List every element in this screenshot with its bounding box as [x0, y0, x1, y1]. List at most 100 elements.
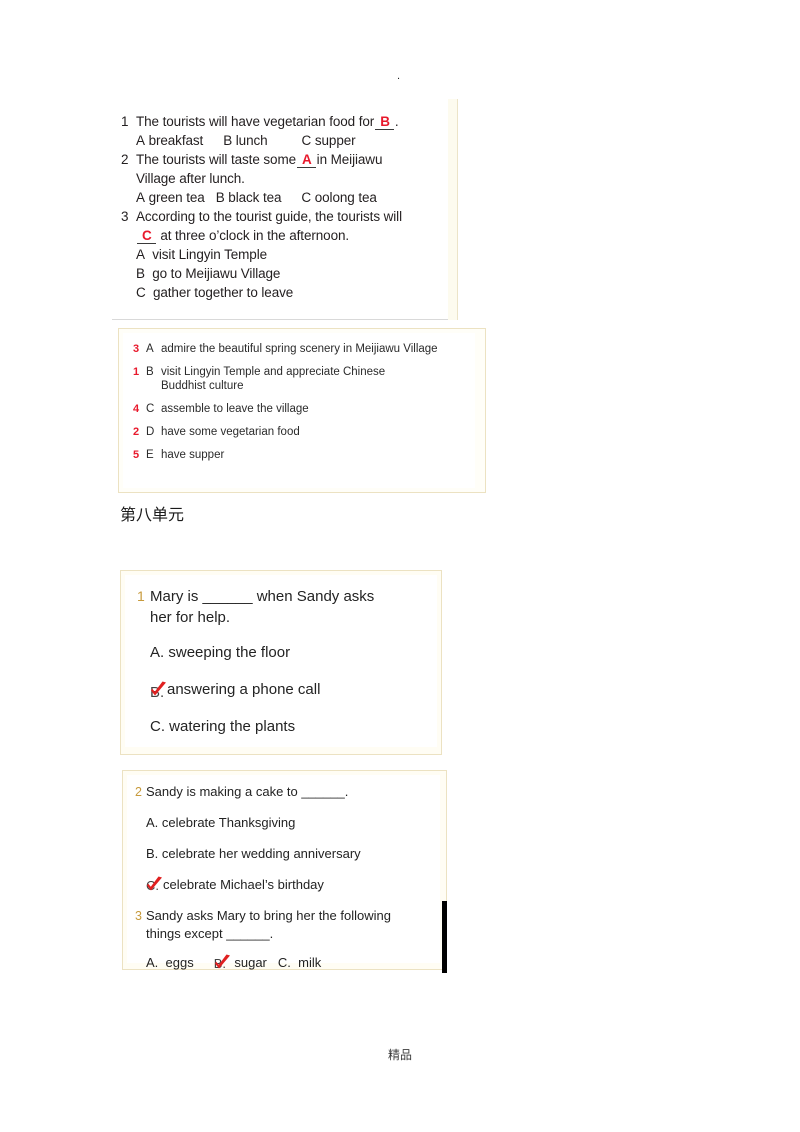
u8q1-choice-a: A. sweeping the floor: [137, 642, 433, 663]
u8q2-choice-c: C.celebrate Michael’s birthday: [135, 876, 436, 894]
question-2-options: A green tea B black tea C oolong tea: [121, 188, 445, 207]
question-3-answer: C: [137, 228, 156, 244]
question-3-stem-after: at three o’clock in the afternoon.: [160, 228, 350, 243]
u8q2-choice-c-text: celebrate Michael’s birthday: [163, 877, 324, 892]
match-order-b: 1: [133, 366, 140, 378]
u8q3-inline-choices: A. eggs B. sugar C. milk: [135, 954, 436, 972]
u8q2-choice-b-text: celebrate her wedding anniversary: [161, 846, 361, 861]
match-letter-b: B: [146, 366, 154, 378]
match-order-c: 4: [133, 403, 140, 415]
question-1-stem: The tourists will have vegetarian food f…: [136, 112, 445, 131]
q3-option-b: B go to Meijiawu Village: [121, 264, 445, 283]
u8q2-choice-b: B. celebrate her wedding anniversary: [135, 845, 436, 863]
u8q2-choice-a-text: celebrate Thanksgiving: [161, 815, 296, 830]
match-text-b-line1: visit Lingyin Temple and appreciate Chin…: [161, 366, 386, 378]
u8q1-choice-c-label: C.: [150, 718, 165, 735]
question-2-stem-before: The tourists will taste some: [136, 152, 297, 167]
q1-option-b-letter: B: [223, 133, 233, 148]
u8q1-stem-line2: her for help.: [150, 609, 231, 626]
matching-list-body: 3 A admire the beautiful spring scenery …: [133, 342, 477, 471]
q2-option-c-text: oolong tea: [314, 190, 377, 205]
u8q3-number: 3: [135, 909, 142, 923]
q3-option-c-letter: C: [136, 285, 146, 300]
red-check-icon: B.: [150, 681, 167, 701]
question-1-number: 1: [121, 114, 129, 129]
question-1-stem-before: The tourists will have vegetarian food f…: [136, 114, 375, 129]
u8q3-stem-line2: things except ______.: [146, 926, 274, 941]
q1-option-a-text: breakfast: [148, 133, 204, 148]
question-2-answer: A: [297, 152, 316, 168]
u8q1-stem-row: 1 Mary is ______ when Sandy asks her for …: [137, 586, 433, 628]
q1-option-c-text: supper: [314, 133, 356, 148]
match-text-c: assemble to leave the village: [161, 403, 309, 415]
q1-option-c-letter: C: [301, 133, 312, 148]
q2-option-b-letter: B: [215, 190, 225, 205]
u8q1-choice-a-text: sweeping the floor: [168, 644, 291, 661]
question-2-stem: The tourists will taste some Ain Meijiawu: [136, 150, 445, 169]
q2-option-a-text: green tea: [148, 190, 205, 205]
match-order-e: 5: [133, 449, 140, 461]
question-3-stem-before: According to the tourist guide, the tour…: [136, 209, 402, 224]
unit-heading: 第八单元: [120, 505, 185, 524]
match-text-a: admire the beautiful spring scenery in M…: [161, 343, 438, 355]
u8q2-number: 2: [135, 785, 142, 799]
question-2-stem-row: 2 The tourists will taste some Ain Meijia…: [121, 150, 445, 169]
match-letter-c: C: [146, 403, 155, 415]
q3-option-a-text: visit Lingyin Temple: [152, 247, 268, 262]
u8q2-stem-row: 2 Sandy is making a cake to ______.: [135, 783, 436, 801]
u8q1-stem-line1: Mary is ______ when Sandy asks: [150, 588, 375, 605]
u8q2-choice-a-label: A.: [146, 815, 159, 830]
u8q3-choice-a-text: eggs: [165, 955, 194, 970]
u8q1-stem: Mary is ______ when Sandy asks her for he…: [150, 586, 433, 628]
q2-option-c-letter: C: [301, 190, 312, 205]
q1-option-b-text: lunch: [235, 133, 268, 148]
question-2-stem-line2: Village after lunch.: [136, 171, 245, 186]
question-3-number: 3: [121, 209, 129, 224]
red-check-icon: B.: [214, 954, 231, 971]
unit8-question23-body: 2 Sandy is making a cake to ______. A. c…: [135, 783, 436, 972]
u8q2-stem: Sandy is making a cake to ______.: [146, 784, 349, 799]
match-letter-e: E: [146, 449, 154, 461]
q3-option-c-text: gather together to leave: [152, 285, 294, 300]
figure-right-edge-strip: [448, 99, 458, 320]
list-item: 4 C assemble to leave the village: [133, 402, 477, 416]
question-2-stem-after: in Meijiawu: [316, 152, 383, 167]
match-letter-d: D: [146, 426, 155, 438]
unit8-question1-figure: 1 Mary is ______ when Sandy asks her for …: [120, 570, 442, 755]
u8q1-choice-c-text: watering the plants: [169, 718, 296, 735]
match-text-d: have some vegetarian food: [161, 426, 300, 438]
match-letter-a: A: [146, 343, 154, 355]
list-item: 3 A admire the beautiful spring scenery …: [133, 342, 477, 356]
figure-right-black-bar: [442, 901, 447, 973]
q2-option-b-text: black tea: [228, 190, 282, 205]
u8q3-choice-c-label: C.: [277, 955, 291, 970]
document-page: . 1 The tourists will have vegetarian fo…: [0, 0, 800, 1132]
q3-option-a-letter: A: [136, 247, 145, 262]
listening-questions-figure: 1 The tourists will have vegetarian food…: [112, 99, 458, 320]
u8q2-choice-a: A. celebrate Thanksgiving: [135, 814, 436, 832]
u8q3-stem: Sandy asks Mary to bring her the followi…: [146, 907, 436, 943]
list-item: 5 E have supper: [133, 448, 477, 462]
match-text-b: visit Lingyin Temple and appreciate Chin…: [161, 365, 477, 393]
unit8-question23-figure: 2 Sandy is making a cake to ______. A. c…: [122, 770, 447, 973]
question-3-stem-line2: C at three o’clock in the afternoon.: [121, 226, 445, 245]
page-footer: 精品: [387, 1048, 412, 1062]
q2-option-a-letter: A: [136, 190, 145, 205]
match-text-e: have supper: [161, 449, 225, 461]
u8q3-stem-row: 3 Sandy asks Mary to bring her the follo…: [135, 907, 436, 943]
match-order-a: 3: [133, 343, 140, 355]
stray-dot-mark: .: [397, 70, 401, 82]
match-text-b-line2: Buddhist culture: [161, 380, 244, 392]
u8q1-choice-a-label: A.: [150, 644, 165, 661]
red-check-icon: C.: [146, 876, 163, 893]
question-1-stem-row: 1 The tourists will have vegetarian food…: [121, 112, 445, 131]
question-1-stem-after: .: [394, 114, 399, 129]
list-item: 1 B visit Lingyin Temple and appreciate …: [133, 365, 477, 393]
q3-option-a: A visit Lingyin Temple: [121, 245, 445, 264]
q3-option-b-letter: B: [136, 266, 145, 281]
question-2-number: 2: [121, 152, 129, 167]
question-3-stem-row: 3 According to the tourist guide, the to…: [121, 207, 445, 226]
u8q1-number: 1: [137, 588, 145, 604]
question-1-answer: B: [375, 114, 394, 130]
unit8-question1-body: 1 Mary is ______ when Sandy asks her for …: [137, 586, 433, 737]
